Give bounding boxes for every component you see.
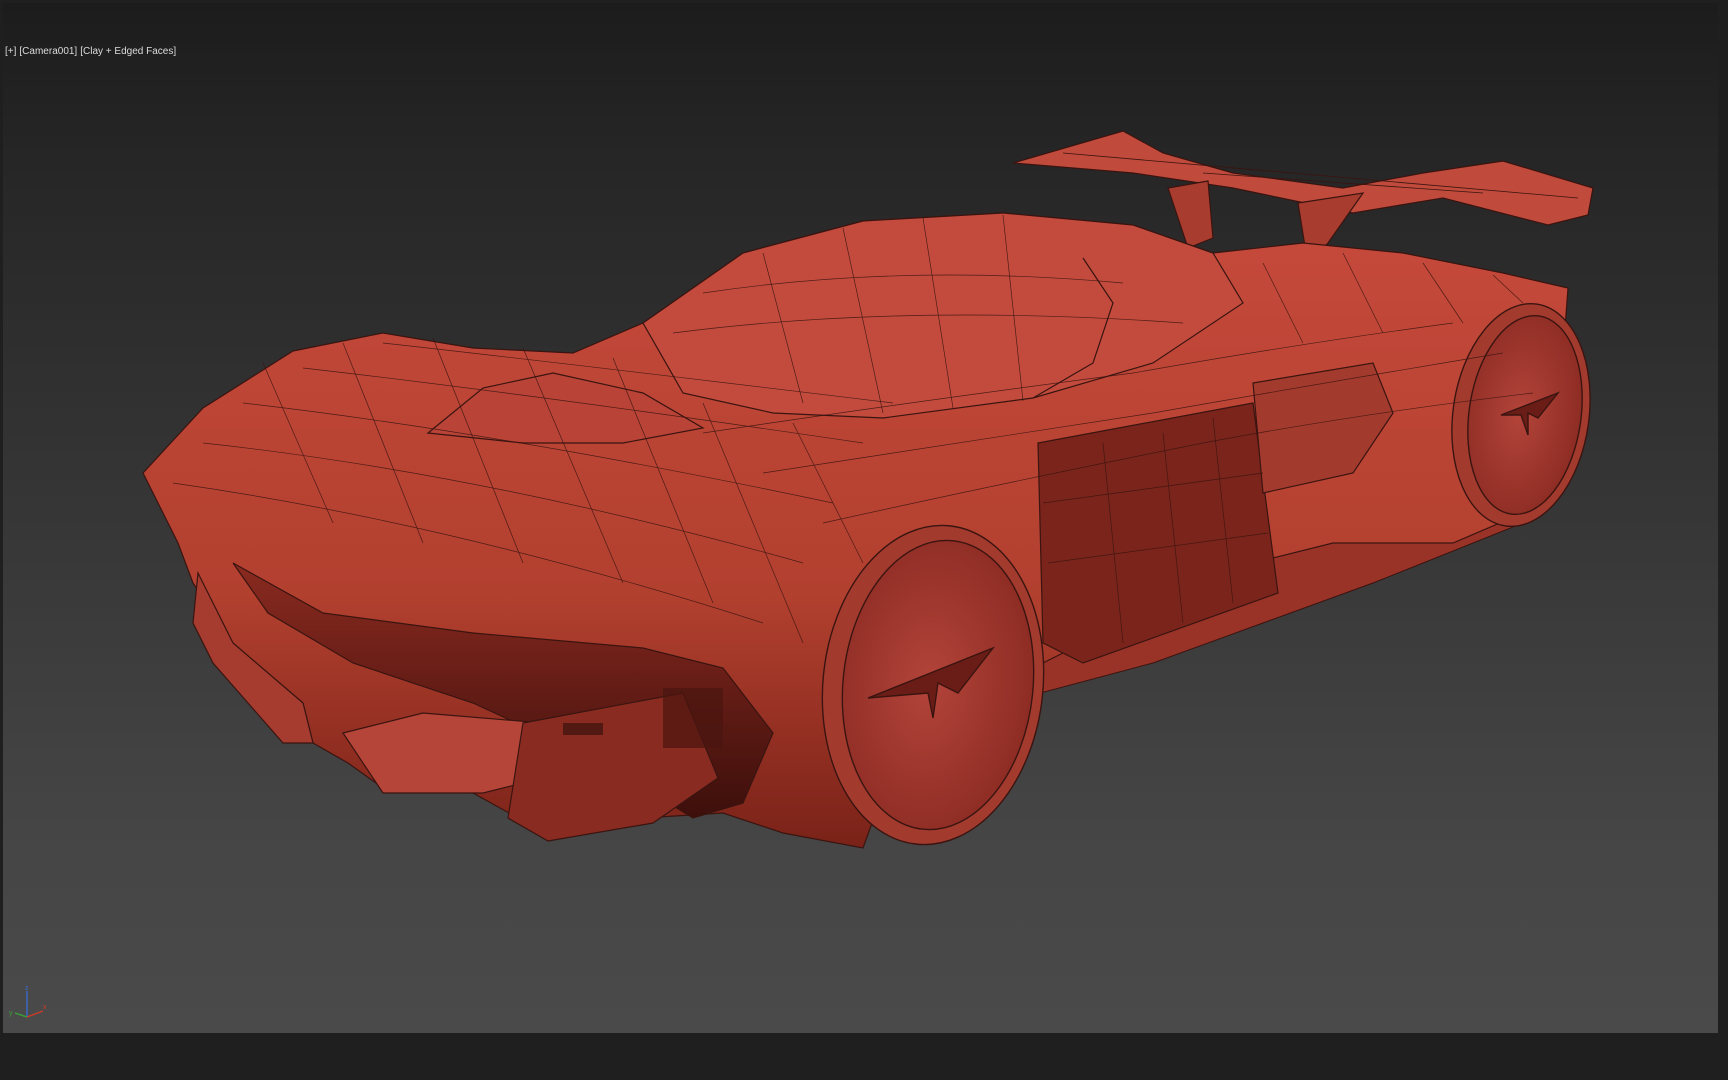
app-window: [+] [Camera001] [Clay + Edged Faces] z x… xyxy=(0,0,1728,1080)
camera-viewport[interactable]: [+] [Camera001] [Clay + Edged Faces] z x… xyxy=(3,3,1718,1033)
y-axis-label: y xyxy=(9,1010,13,1017)
z-axis-label: z xyxy=(25,985,29,992)
camera-selector[interactable]: [Camera001] xyxy=(19,46,77,57)
car-model-icon[interactable] xyxy=(3,3,1718,1033)
viewport-menu-button[interactable]: [+] xyxy=(5,46,16,57)
axis-gizmo-icon: z x y xyxy=(9,985,47,1018)
x-axis-label: x xyxy=(43,1004,47,1011)
bottom-bar xyxy=(0,1033,1728,1080)
right-border xyxy=(1718,0,1728,1080)
viewport-label: [+] [Camera001] [Clay + Edged Faces] xyxy=(5,46,176,57)
shading-mode-selector[interactable]: [Clay + Edged Faces] xyxy=(80,46,176,57)
